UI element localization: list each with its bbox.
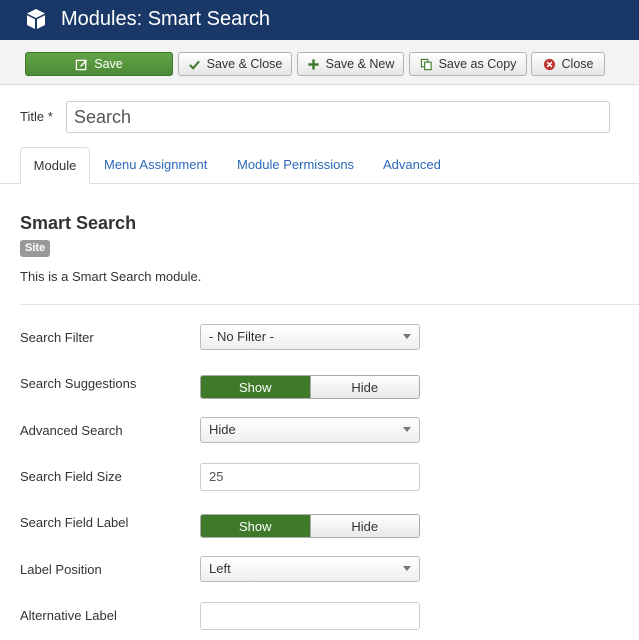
alternative-label-input[interactable] (200, 602, 420, 630)
close-label: Close (561, 57, 594, 71)
label-position-label: Label Position (20, 562, 102, 577)
tab-module[interactable]: Module (20, 147, 90, 184)
search-suggestions-hide[interactable]: Hide (309, 376, 419, 398)
advanced-search-label: Advanced Search (20, 423, 123, 438)
advanced-search-select[interactable]: Hide (200, 417, 420, 443)
caret-down-icon (403, 334, 411, 339)
search-filter-select[interactable]: - No Filter - (200, 324, 420, 350)
tab-menu-assignment[interactable]: Menu Assignment (104, 147, 207, 183)
toolbar: Save Save & Close Save & New Save as Cop… (0, 40, 639, 85)
save-close-label: Save & Close (206, 57, 283, 71)
search-suggestions-toggle: Show Hide (200, 375, 420, 399)
caret-down-icon (403, 566, 411, 571)
check-icon (188, 60, 200, 70)
module-description: This is a Smart Search module. (20, 269, 202, 284)
page-title: Modules: Smart Search (61, 8, 270, 30)
save-button[interactable]: Save (25, 52, 173, 76)
save-close-button[interactable]: Save & Close (178, 52, 292, 76)
label-position-value: Left (209, 561, 231, 576)
advanced-search-value: Hide (209, 422, 236, 437)
search-filter-value: - No Filter - (209, 329, 274, 344)
search-filter-label: Search Filter (20, 330, 94, 345)
save-new-label: Save & New (325, 57, 395, 71)
search-field-label-label: Search Field Label (20, 515, 129, 530)
close-button[interactable]: Close (531, 52, 605, 76)
save-new-button[interactable]: Save & New (297, 52, 404, 76)
joomla-cube-icon (27, 9, 45, 29)
save-copy-label: Save as Copy (438, 57, 517, 71)
save-as-copy-button[interactable]: Save as Copy (409, 52, 527, 76)
search-field-label-hide[interactable]: Hide (309, 515, 419, 537)
tab-advanced[interactable]: Advanced (383, 147, 441, 183)
app-header: Modules: Smart Search (0, 0, 639, 40)
divider (20, 304, 639, 305)
search-field-size-label: Search Field Size (20, 469, 122, 484)
copy-icon (420, 58, 432, 70)
label-position-select[interactable]: Left (200, 556, 420, 582)
save-button-label: Save (94, 57, 123, 71)
title-label: Title * (20, 109, 53, 124)
plus-icon (308, 58, 319, 70)
search-field-label-show[interactable]: Show (201, 515, 310, 537)
site-badge: Site (20, 240, 51, 257)
search-suggestions-show[interactable]: Show (201, 376, 310, 398)
caret-down-icon (403, 427, 411, 432)
close-circle-icon (543, 58, 555, 70)
tab-module-permissions[interactable]: Module Permissions (237, 147, 354, 183)
module-name: Smart Search (20, 213, 137, 233)
alternative-label-label: Alternative Label (20, 608, 117, 623)
title-input[interactable]: Search (66, 101, 610, 133)
search-field-label-toggle: Show Hide (200, 514, 420, 538)
tab-bar: Module Menu Assignment Module Permission… (0, 147, 639, 184)
edit-icon (75, 59, 88, 70)
search-suggestions-label: Search Suggestions (20, 376, 137, 391)
search-field-size-input[interactable]: 25 (200, 463, 420, 491)
